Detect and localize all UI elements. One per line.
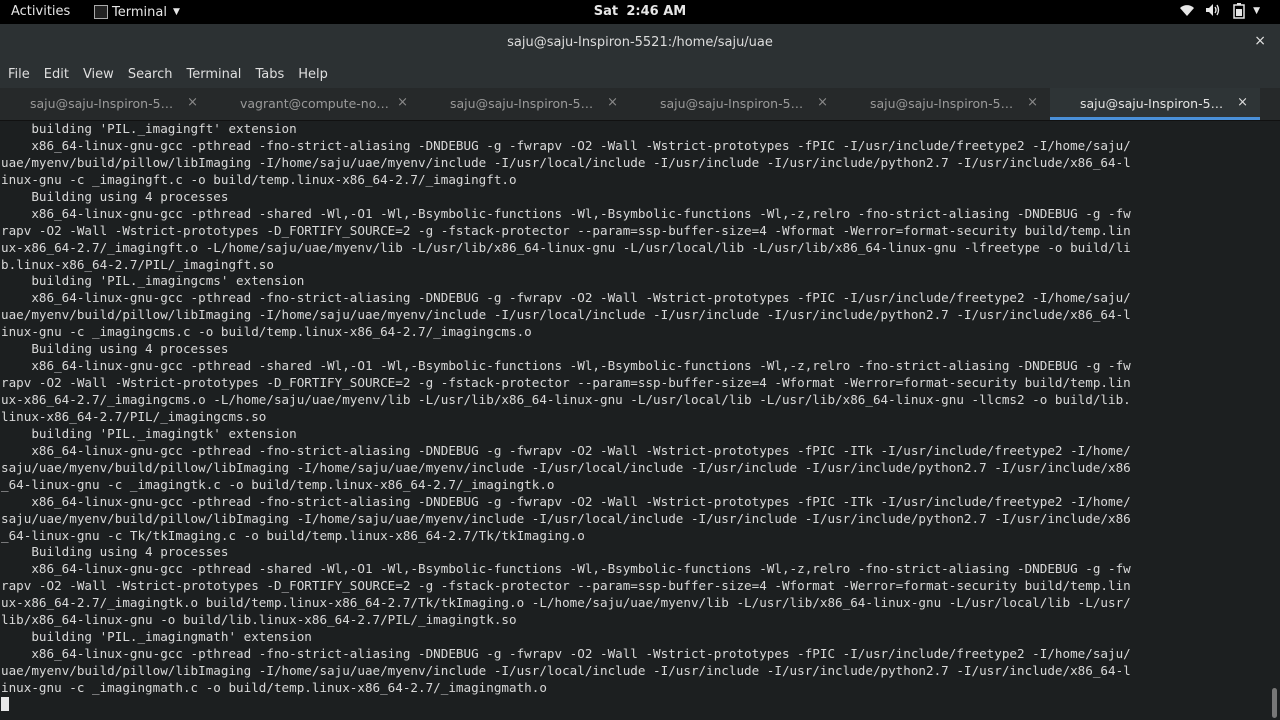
terminal-line: rapv -O2 -Wall -Wstrict-prototypes -D_FO… <box>1 375 1131 391</box>
tab-close-icon[interactable]: × <box>187 95 198 110</box>
clock[interactable]: Sat 2:46 AM <box>0 4 1280 19</box>
terminal-prompt-line[interactable] <box>0 696 1268 714</box>
tab-2[interactable]: vagrant@compute-no… × <box>210 88 420 120</box>
terminal-line: Building using 4 processes <box>1 341 229 357</box>
terminal-line: building 'PIL._imagingcms' extension <box>1 273 305 289</box>
tab-label: saju@saju-Inspiron-5… <box>870 96 1014 111</box>
terminal-line: rapv -O2 -Wall -Wstrict-prototypes -D_FO… <box>1 578 1131 594</box>
terminal-line: x86_64-linux-gnu-gcc -pthread -fno-stric… <box>1 442 1131 458</box>
text-cursor <box>1 696 9 711</box>
tab-label: vagrant@compute-no… <box>240 96 389 111</box>
menu-search[interactable]: Search <box>121 62 180 88</box>
tab-label: saju@saju-Inspiron-5… <box>1080 96 1224 111</box>
terminal-line: x86_64-linux-gnu-gcc -pthread -fno-stric… <box>1 493 1131 509</box>
menu-terminal[interactable]: Terminal <box>179 62 248 88</box>
tab-close-icon[interactable]: × <box>1237 95 1248 110</box>
terminal-line: Building using 4 processes <box>1 544 229 560</box>
menubar: File Edit View Search Terminal Tabs Help <box>0 62 1280 88</box>
tab-close-icon[interactable]: × <box>397 95 408 110</box>
tab-label: saju@saju-Inspiron-5… <box>450 96 594 111</box>
terminal-line: inux-gnu -c _imagingft.c -o build/temp.l… <box>1 171 517 187</box>
terminal-line: building 'PIL._imagingmath' extension <box>1 629 312 645</box>
chevron-down-icon: ▼ <box>1253 6 1260 16</box>
terminal-line: rapv -O2 -Wall -Wstrict-prototypes -D_FO… <box>1 222 1131 238</box>
terminal-line: _64-linux-gnu -c _imagingtk.c -o build/t… <box>1 476 555 492</box>
terminal-line: x86_64-linux-gnu-gcc -pthread -shared -W… <box>1 205 1131 221</box>
scrollbar-thumb[interactable] <box>1272 688 1277 718</box>
terminal-line: inux-gnu -c _imagingmath.c -o build/temp… <box>1 679 547 695</box>
window-title: saju@saju-Inspiron-5521:/home/saju/uae <box>507 35 773 50</box>
scrollbar[interactable] <box>1268 121 1280 720</box>
terminal-line: lib/x86_64-linux-gnu -o build/lib.linux-… <box>1 612 517 628</box>
tab-close-icon[interactable]: × <box>817 95 828 110</box>
tab-6-active[interactable]: saju@saju-Inspiron-5… × <box>1050 88 1260 120</box>
terminal-line: x86_64-linux-gnu-gcc -pthread -fno-stric… <box>1 137 1131 153</box>
close-icon[interactable]: × <box>1254 33 1266 49</box>
terminal-line: _64-linux-gnu -c Tk/tkImaging.c -o build… <box>1 527 585 543</box>
terminal-line: building 'PIL._imagingft' extension <box>1 121 297 136</box>
terminal-line: Building using 4 processes <box>1 188 229 204</box>
menu-edit[interactable]: Edit <box>37 62 76 88</box>
tab-close-icon[interactable]: × <box>607 95 618 110</box>
clock-day: Sat <box>593 4 619 19</box>
clock-time: 2:46 AM <box>626 4 687 19</box>
terminal-line: uae/myenv/build/pillow/libImaging -I/hom… <box>1 154 1131 170</box>
tab-3[interactable]: saju@saju-Inspiron-5… × <box>420 88 630 120</box>
menu-help[interactable]: Help <box>291 62 335 88</box>
terminal-output[interactable]: building 'PIL._imagingft' extension x86_… <box>0 121 1268 720</box>
battery-icon <box>1231 3 1247 19</box>
tab-5[interactable]: saju@saju-Inspiron-5… × <box>840 88 1050 120</box>
wifi-icon <box>1179 3 1195 19</box>
terminal-line: b.linux-x86_64-2.7/PIL/_imagingft.so <box>1 256 274 272</box>
window-titlebar[interactable]: saju@saju-Inspiron-5521:/home/saju/uae × <box>0 24 1280 62</box>
menu-file[interactable]: File <box>0 62 37 88</box>
terminal-line: linux-x86_64-2.7/PIL/_imagingcms.so <box>1 408 267 424</box>
terminal-line: saju/uae/myenv/build/pillow/libImaging -… <box>1 459 1131 475</box>
terminal-line: x86_64-linux-gnu-gcc -pthread -shared -W… <box>1 561 1131 577</box>
menu-tabs[interactable]: Tabs <box>248 62 291 88</box>
terminal-line: x86_64-linux-gnu-gcc -pthread -shared -W… <box>1 358 1131 374</box>
system-tray[interactable]: ▼ <box>1179 3 1260 19</box>
terminal-line: ux-x86_64-2.7/_imagingcms.o -L/home/saju… <box>1 392 1131 407</box>
terminal-line: inux-gnu -c _imagingcms.c -o build/temp.… <box>1 324 532 340</box>
terminal-line: ux-x86_64-2.7/_imagingtk.o build/temp.li… <box>1 595 1131 611</box>
tab-close-icon[interactable]: × <box>1027 95 1038 110</box>
terminal-line: building 'PIL._imagingtk' extension <box>1 425 297 441</box>
volume-icon <box>1205 3 1221 19</box>
menu-view[interactable]: View <box>76 62 121 88</box>
terminal-line: uae/myenv/build/pillow/libImaging -I/hom… <box>1 663 1131 678</box>
terminal-line: x86_64-linux-gnu-gcc -pthread -fno-stric… <box>1 290 1131 306</box>
tab-bar: saju@saju-Inspiron-5… × vagrant@compute-… <box>0 88 1280 121</box>
terminal-line: x86_64-linux-gnu-gcc -pthread -fno-stric… <box>1 646 1131 662</box>
terminal-line: saju/uae/myenv/build/pillow/libImaging -… <box>1 510 1131 526</box>
tab-label: saju@saju-Inspiron-5… <box>30 96 174 111</box>
terminal-line: ux-x86_64-2.7/_imagingft.o -L/home/saju/… <box>1 239 1131 255</box>
terminal-line: uae/myenv/build/pillow/libImaging -I/hom… <box>1 307 1131 323</box>
tab-label: saju@saju-Inspiron-5… <box>660 96 804 111</box>
tab-1[interactable]: saju@saju-Inspiron-5… × <box>0 88 210 120</box>
gnome-top-bar: Activities Terminal ▼ Sat 2:46 AM ▼ <box>0 0 1280 24</box>
tab-4[interactable]: saju@saju-Inspiron-5… × <box>630 88 840 120</box>
